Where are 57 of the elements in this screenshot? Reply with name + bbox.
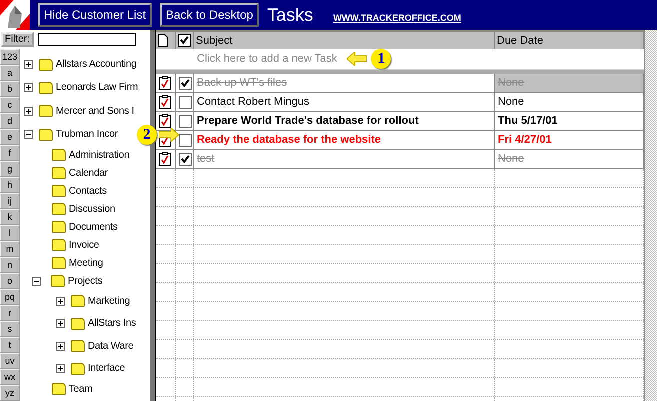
- header-button[interactable]: Back to Desktop: [160, 3, 260, 27]
- tree-item[interactable]: Documents: [69, 222, 118, 233]
- letter-tab[interactable]: 123: [0, 49, 20, 65]
- due-date: None: [498, 77, 524, 89]
- letter-tab[interactable]: e: [0, 129, 20, 145]
- task-subject[interactable]: Contact Robert Mingus: [197, 96, 310, 108]
- tree-item[interactable]: Discussion: [69, 204, 116, 215]
- letter-tab[interactable]: d: [0, 113, 20, 129]
- callout-badge: 1: [371, 49, 392, 69]
- tree-item[interactable]: Trubman Incor: [56, 129, 118, 140]
- tree-item[interactable]: Meeting: [69, 258, 104, 269]
- letter-tab[interactable]: a: [0, 65, 20, 81]
- letter-tab[interactable]: yz: [0, 385, 20, 401]
- callout-badge: 2: [137, 125, 157, 145]
- letter-tab[interactable]: m: [0, 241, 20, 257]
- letter-tab[interactable]: uv: [0, 353, 20, 369]
- task-subject[interactable]: Ready the database for the website: [197, 134, 381, 146]
- filter-button[interactable]: Filter:: [1, 32, 34, 47]
- letter-tab[interactable]: r: [0, 305, 20, 321]
- tree-item[interactable]: Invoice: [69, 240, 100, 251]
- due-date: Fri 4/27/01: [498, 134, 552, 146]
- tree-item[interactable]: Data Ware: [88, 340, 134, 352]
- tree-item[interactable]: Leonards Law Firm: [56, 82, 138, 94]
- tree-item[interactable]: Interface: [88, 363, 126, 374]
- letter-tab[interactable]: c: [0, 97, 20, 113]
- due-date: None: [498, 96, 524, 108]
- letter-tab[interactable]: h: [0, 177, 20, 193]
- letter-tab[interactable]: k: [0, 209, 20, 225]
- tree-item[interactable]: Team: [69, 384, 93, 395]
- page-title: Tasks: [267, 4, 314, 26]
- letter-tab[interactable]: g: [0, 161, 20, 177]
- task-subject[interactable]: Prepare World Trade's database for rollout: [197, 115, 419, 127]
- tree-item[interactable]: Administration: [69, 150, 130, 161]
- tree-item[interactable]: Projects: [68, 276, 103, 287]
- task-subject[interactable]: Back up WT's files: [197, 77, 288, 89]
- new-task-prompt[interactable]: Click here to add a new Task: [197, 53, 338, 65]
- website-link[interactable]: WWW.TRACKEROFFICE.COM: [333, 13, 462, 23]
- tree-item[interactable]: Mercer and Sons I: [56, 106, 134, 117]
- letter-tab[interactable]: wx: [0, 369, 20, 385]
- due-date: Thu 5/17/01: [498, 115, 558, 127]
- letter-tab[interactable]: l: [0, 225, 20, 241]
- letter-tab[interactable]: n: [0, 257, 20, 273]
- tree-item[interactable]: Calendar: [69, 168, 108, 179]
- letter-tab[interactable]: f: [0, 145, 20, 161]
- tree-item[interactable]: Contacts: [69, 186, 107, 197]
- letter-tab[interactable]: s: [0, 321, 20, 337]
- tree-item[interactable]: AllStars Ins: [88, 318, 136, 330]
- letter-tab[interactable]: b: [0, 81, 20, 97]
- due-date: None: [498, 153, 524, 165]
- header-button[interactable]: Hide Customer List: [38, 3, 152, 27]
- letter-tab[interactable]: pq: [0, 289, 20, 305]
- letter-tab[interactable]: t: [0, 337, 20, 353]
- letter-tab[interactable]: ij: [0, 193, 20, 209]
- tree-item[interactable]: Marketing: [88, 296, 130, 307]
- task-subject[interactable]: test: [197, 153, 215, 165]
- letter-tab[interactable]: o: [0, 273, 20, 289]
- tree-item[interactable]: Allstars Accounting: [56, 59, 137, 70]
